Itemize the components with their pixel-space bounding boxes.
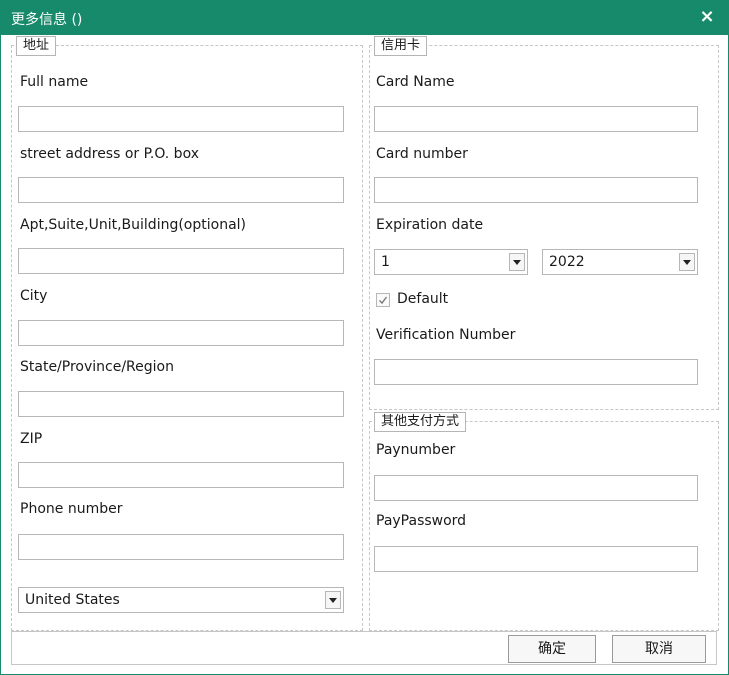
dialog-window: 更多信息 () × 地址 Full name street address or… (0, 0, 729, 675)
state-province-label: State/Province/Region (20, 359, 174, 375)
card-number-input[interactable] (374, 177, 698, 203)
country-select[interactable]: United States (18, 587, 344, 613)
expiration-month-select[interactable]: 1 (374, 249, 528, 275)
dropdown-arrow-icon[interactable] (679, 253, 695, 271)
address-legend: 地址 (16, 36, 57, 56)
card-number-label: Card number (376, 146, 468, 162)
full-name-label: Full name (20, 74, 89, 90)
dropdown-arrow-icon[interactable] (325, 591, 341, 609)
expiration-year-select[interactable]: 2022 (542, 249, 698, 275)
checkmark-icon (379, 296, 388, 305)
full-name-input[interactable] (18, 106, 344, 132)
other-payment-legend: 其他支付方式 (374, 412, 467, 432)
zip-input[interactable] (18, 462, 344, 488)
phone-number-label: Phone number (20, 501, 123, 517)
country-select-value: United States (25, 592, 120, 608)
city-input[interactable] (18, 320, 344, 346)
card-name-label: Card Name (376, 74, 455, 90)
verification-number-input[interactable] (374, 359, 698, 385)
zip-label: ZIP (20, 431, 43, 447)
paypassword-label: PayPassword (376, 513, 467, 529)
verification-number-label: Verification Number (376, 327, 516, 343)
default-label[interactable]: Default (397, 291, 448, 307)
street-address-input[interactable] (18, 177, 344, 203)
paypassword-input[interactable] (374, 546, 698, 572)
title-bar[interactable]: 更多信息 () × (1, 1, 728, 35)
paynumber-label: Paynumber (376, 442, 456, 458)
credit-card-group: 信用卡 Card Name Card number Expiration dat… (369, 36, 719, 410)
expiration-year-value: 2022 (549, 254, 585, 270)
dropdown-arrow-icon[interactable] (509, 253, 525, 271)
street-address-label: street address or P.O. box (20, 146, 199, 162)
city-label: City (20, 288, 48, 304)
address-group: 地址 Full name street address or P.O. box … (11, 36, 363, 631)
close-icon[interactable]: × (696, 6, 718, 28)
button-bar: 确定 取消 (11, 631, 717, 665)
expiration-date-label: Expiration date (376, 217, 484, 233)
expiration-month-value: 1 (381, 254, 390, 270)
dialog-title: 更多信息 () (11, 12, 83, 28)
credit-card-legend: 信用卡 (374, 36, 428, 56)
default-checkbox[interactable] (376, 293, 390, 307)
cancel-button[interactable]: 取消 (612, 635, 706, 663)
apt-suite-input[interactable] (18, 248, 344, 274)
paynumber-input[interactable] (374, 475, 698, 501)
apt-suite-label: Apt,Suite,Unit,Building(optional) (20, 217, 247, 233)
ok-button[interactable]: 确定 (508, 635, 596, 663)
card-name-input[interactable] (374, 106, 698, 132)
other-payment-group: 其他支付方式 Paynumber PayPassword (369, 412, 719, 631)
phone-number-input[interactable] (18, 534, 344, 560)
state-province-input[interactable] (18, 391, 344, 417)
